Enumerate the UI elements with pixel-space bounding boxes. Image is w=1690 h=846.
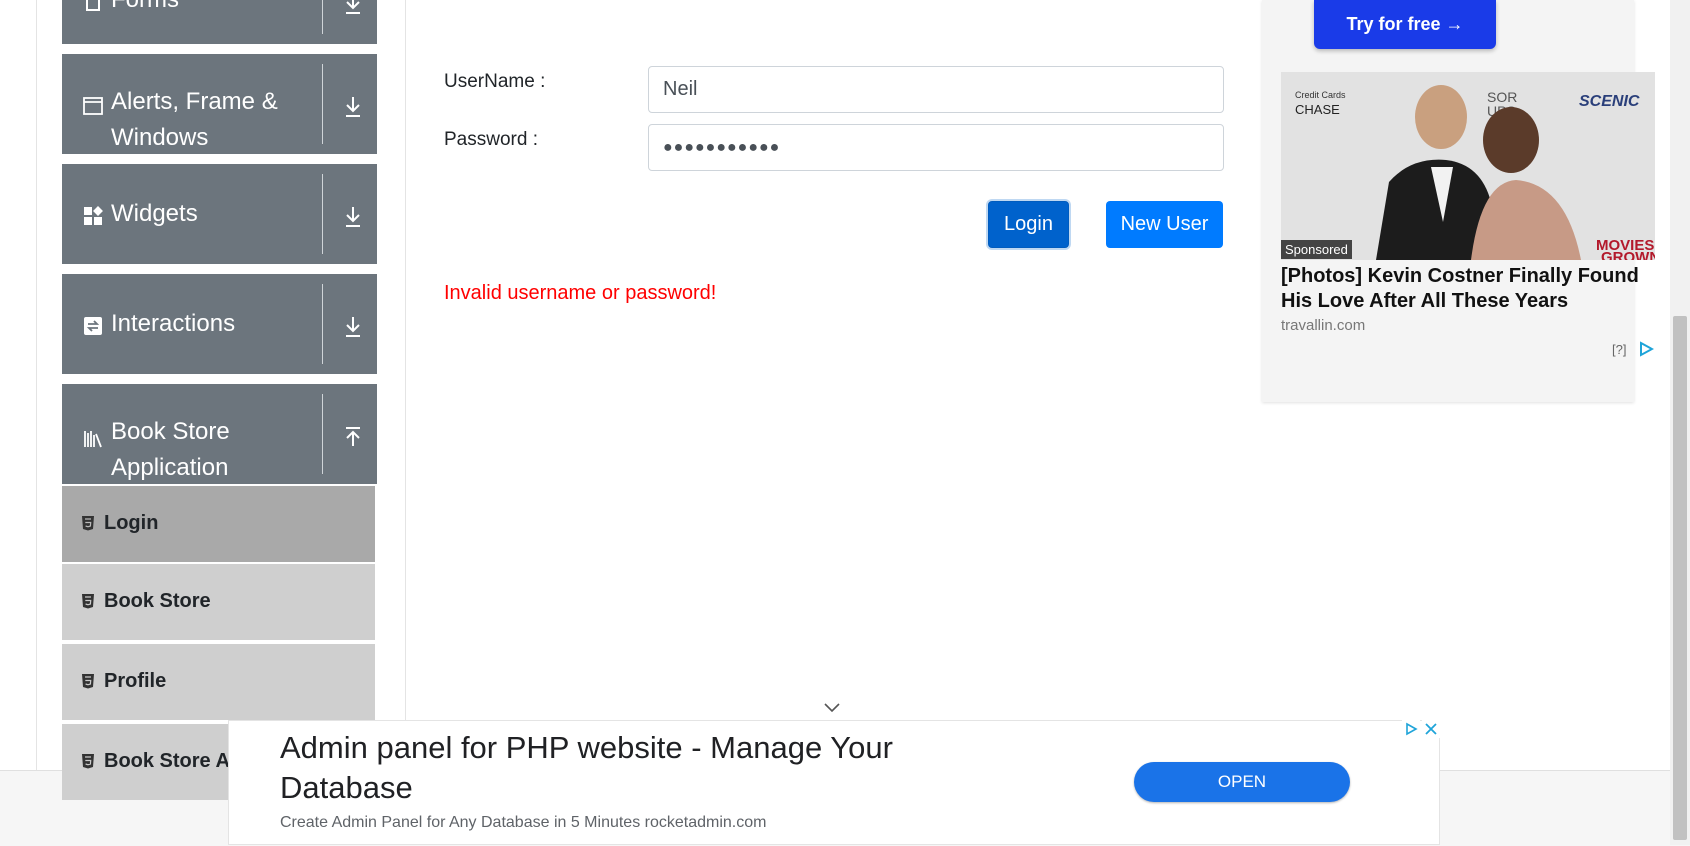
arrow-down-icon[interactable] <box>342 315 364 339</box>
html5-icon <box>82 674 94 689</box>
ad-info-marker[interactable]: [?] <box>1612 342 1626 357</box>
photo-text: Credit Cards <box>1295 90 1346 100</box>
divider <box>322 394 323 474</box>
ad-photo[interactable]: Credit Cards CHASE SCENIC SOR UPS MOVIES… <box>1281 72 1655 260</box>
username-label: UserName : <box>444 71 546 92</box>
ad-controls <box>1398 720 1440 740</box>
divider <box>322 64 323 144</box>
sidebar-group-label: Interactions <box>111 310 236 337</box>
books-icon <box>84 431 102 448</box>
sidebar-group-alerts[interactable]: Alerts, Frame & Windows <box>62 54 377 154</box>
html5-icon <box>82 594 94 609</box>
arrow-down-icon[interactable] <box>342 205 364 229</box>
photo-text: GROWN <box>1601 249 1655 260</box>
ad-domain[interactable]: travallin.com <box>1281 317 1365 334</box>
photo-text: SCENIC <box>1579 93 1640 110</box>
sidebar-item-login[interactable]: Login <box>62 484 375 562</box>
chevron-down-icon[interactable] <box>823 702 841 714</box>
adchoices-icon[interactable] <box>1402 720 1420 738</box>
new-user-button[interactable]: New User <box>1106 201 1223 248</box>
scrollbar[interactable] <box>1670 0 1690 845</box>
scrollbar-thumb[interactable] <box>1673 316 1687 840</box>
try-for-free-button[interactable]: Try for free → <box>1314 0 1496 49</box>
sidebar-group-label: Alerts, Frame & Windows <box>111 88 278 151</box>
password-input[interactable] <box>648 124 1224 171</box>
divider <box>322 284 323 364</box>
sidebar-group-label: Book Store Application <box>111 418 230 481</box>
interactions-icon <box>84 317 102 335</box>
sidebar-item-book-store[interactable]: Book Store <box>62 562 375 640</box>
error-message: Invalid username or password! <box>444 282 717 304</box>
arrow-up-icon[interactable] <box>342 426 364 450</box>
divider <box>322 174 323 254</box>
sidebar-group-label: Widgets <box>111 200 198 227</box>
sidebar-group-forms[interactable]: Forms <box>62 0 377 44</box>
username-input[interactable] <box>648 66 1224 113</box>
sidebar-group-widgets[interactable]: Widgets <box>62 164 377 264</box>
adchoices-icon[interactable] <box>1638 341 1654 357</box>
photo-text: CHASE <box>1295 102 1340 117</box>
content-divider <box>405 0 406 770</box>
sidebar-item-label: Book Store <box>104 590 211 612</box>
sponsored-label: Sponsored <box>1281 240 1352 259</box>
close-icon[interactable] <box>1422 720 1440 738</box>
ad-headline[interactable]: [Photos] Kevin Costner Finally Found His… <box>1281 264 1651 314</box>
widgets-icon <box>84 206 103 225</box>
sidebar-item-profile[interactable]: Profile <box>62 642 375 720</box>
bottom-ad-title[interactable]: Admin panel for PHP website - Manage You… <box>280 728 980 808</box>
login-button[interactable]: Login <box>988 201 1069 248</box>
divider <box>322 0 323 34</box>
sidebar-item-label: Login <box>104 512 159 534</box>
document-icon <box>86 0 100 11</box>
window-icon <box>83 97 103 115</box>
sidebar-group-interactions[interactable]: Interactions <box>62 274 377 374</box>
bottom-ad-open-button[interactable]: OPEN <box>1134 762 1350 802</box>
sidebar-item-label: Profile <box>104 670 167 692</box>
sidebar-group-book-store[interactable]: Book Store Application <box>62 384 377 484</box>
sidebar-item-label: Book Store A <box>104 750 230 772</box>
sidebar-group-label: Forms <box>111 0 326 18</box>
html5-icon <box>82 754 94 769</box>
ad-photo-image: Credit Cards CHASE SCENIC SOR UPS MOVIES… <box>1281 72 1655 260</box>
left-gutter-line <box>36 0 37 770</box>
arrow-down-icon[interactable] <box>342 95 364 119</box>
password-label: Password : <box>444 129 538 150</box>
bottom-ad-subtitle: Create Admin Panel for Any Database in 5… <box>280 814 767 831</box>
arrow-down-icon[interactable] <box>342 0 364 16</box>
html5-icon <box>82 516 94 531</box>
